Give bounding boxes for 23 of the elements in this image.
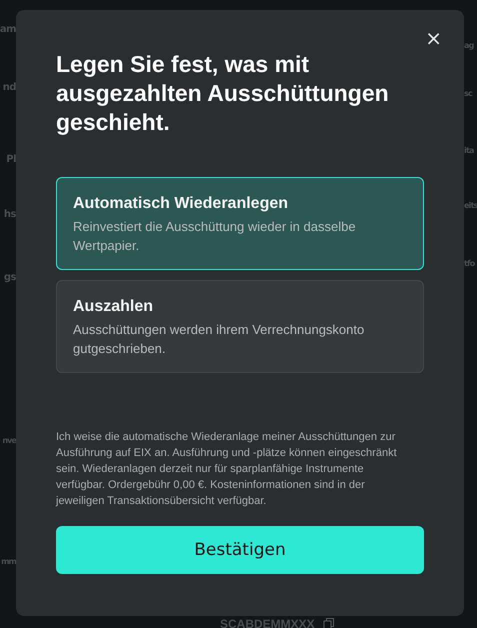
background-text: sc <box>464 89 472 98</box>
close-button[interactable]: × <box>421 28 446 48</box>
confirm-button[interactable]: Bestätigen <box>56 526 424 574</box>
background-text: mm <box>1 557 16 568</box>
option-title: Auszahlen <box>73 298 154 316</box>
background-text: am <box>0 24 16 37</box>
background-text: Pl <box>6 154 16 167</box>
background-text: SCABDEMMXXX <box>220 617 315 628</box>
dialog-title: Legen Sie fest, was mit ausgezahlten Ausschüttungen geschieht. <box>56 50 390 137</box>
background-text: hs <box>4 209 16 222</box>
background-text: eits <box>464 201 477 210</box>
background-text: tfo <box>464 259 474 268</box>
option-description: Ausschüttungen werden ihrem Verrechnungskonto gutgeschrieben. <box>73 321 366 358</box>
disclaimer-text: Ich weise die automatische Wiederanlage meiner Ausschüttungen zur Ausführung auf EIX an. Ausführung und -plätze können eingeschränkt sein. Wiederanlagen derzeit nur für sparplanfähige Instrumente verfügbar. Ordergebühr 0,00 €. Kosteninformationen sind in der jeweiligen Transaktionsübersicht verfügbar. <box>56 430 398 509</box>
background-text: ag <box>464 41 474 50</box>
option-card[interactable]: Automatisch Wiederanlegen Reinvestiert die Ausschüttung wieder in dasselbe Wertpapier. <box>56 177 424 270</box>
background-text: nve <box>2 436 16 447</box>
option-card[interactable]: Auszahlen Ausschüttungen werden ihrem Verrechnungskonto gutgeschrieben. <box>56 280 424 373</box>
option-title: Automatisch Wiederanlegen <box>73 195 290 213</box>
option-description: Reinvestiert die Ausschüttung wieder in dasselbe Wertpapier. <box>73 218 357 255</box>
background-text: ita <box>464 146 474 155</box>
background-text: nd <box>2 82 16 95</box>
background-text: gs <box>4 272 16 285</box>
